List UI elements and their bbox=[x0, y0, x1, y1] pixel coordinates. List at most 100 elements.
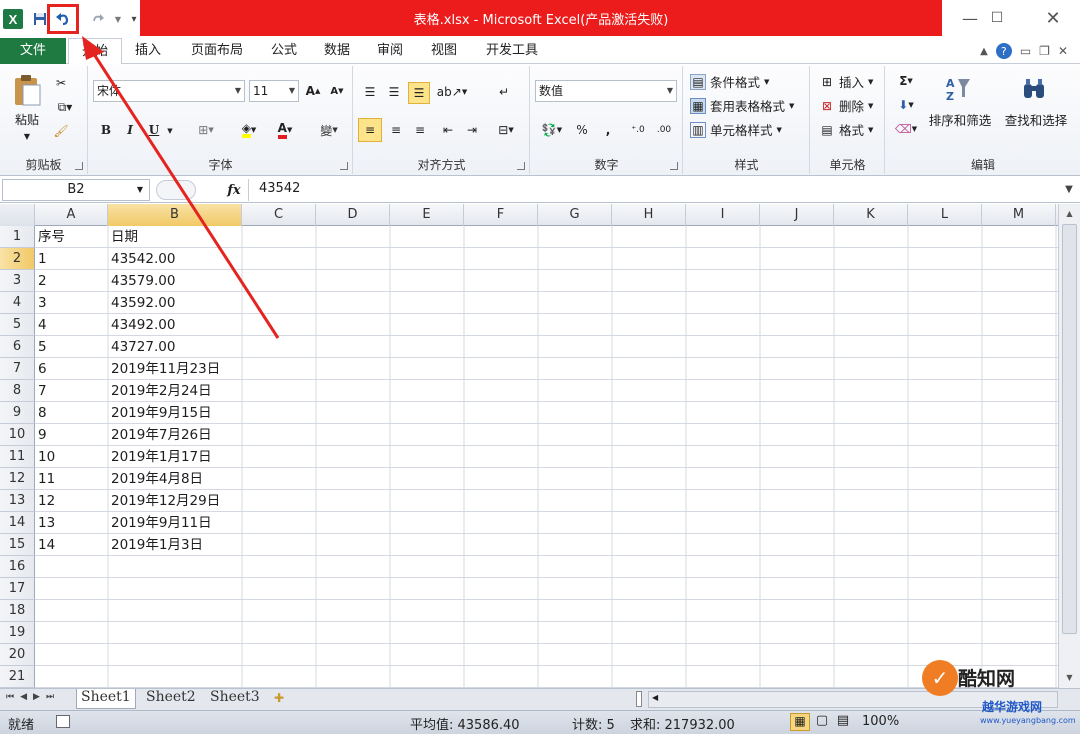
sheet-tab-3[interactable]: Sheet3 bbox=[206, 689, 264, 709]
cell-index[interactable]: 5 bbox=[35, 336, 108, 358]
tab-data[interactable]: 数据 bbox=[317, 38, 357, 64]
doc-restore-icon[interactable]: ❐ bbox=[1039, 44, 1050, 58]
font-launcher-icon[interactable] bbox=[340, 162, 348, 170]
help-icon[interactable]: ? bbox=[995, 43, 1012, 59]
column-header-i[interactable]: I bbox=[686, 204, 760, 226]
phonetic-icon[interactable]: 變 ▼ bbox=[313, 120, 345, 140]
tab-formulas[interactable]: 公式 bbox=[264, 38, 304, 64]
cell-index[interactable]: 4 bbox=[35, 314, 108, 336]
binoculars-icon[interactable] bbox=[1018, 74, 1050, 104]
row-header[interactable]: 6 bbox=[0, 336, 35, 358]
font-size-select[interactable]: 11 ▼ bbox=[249, 80, 299, 102]
paste-button[interactable]: 粘贴 bbox=[8, 110, 46, 128]
fill-icon[interactable]: ⬇ ▼ bbox=[892, 96, 920, 114]
vertical-scrollbar[interactable]: ▲ ▼ bbox=[1058, 204, 1080, 688]
page-layout-view-icon[interactable]: ▢ bbox=[813, 713, 831, 731]
align-middle-icon[interactable]: ☰ bbox=[384, 82, 404, 102]
column-header-m[interactable]: M bbox=[982, 204, 1056, 226]
sort-filter-button[interactable]: 排序和筛选 bbox=[924, 110, 996, 128]
cell-date[interactable]: 43492.00 bbox=[108, 314, 242, 336]
row-header[interactable]: 9 bbox=[0, 402, 35, 424]
decrease-indent-icon[interactable]: ⇤ bbox=[438, 120, 458, 140]
column-header-k[interactable]: K bbox=[834, 204, 908, 226]
cell-index[interactable]: 6 bbox=[35, 358, 108, 380]
tab-page-layout[interactable]: 页面布局 bbox=[182, 38, 252, 64]
delete-cells-button[interactable]: ⊠ 删除 ▼ bbox=[819, 96, 873, 115]
cut-icon[interactable]: ✂ bbox=[52, 74, 70, 92]
row-header[interactable]: 1 bbox=[0, 226, 35, 248]
cell-index[interactable]: 13 bbox=[35, 512, 108, 534]
row-header[interactable]: 13 bbox=[0, 490, 35, 512]
cell-date[interactable]: 43592.00 bbox=[108, 292, 242, 314]
normal-view-icon[interactable]: ▦ bbox=[790, 713, 810, 731]
number-launcher-icon[interactable] bbox=[670, 162, 678, 170]
column-header-b[interactable]: B bbox=[108, 204, 242, 226]
scroll-down-icon[interactable]: ▼ bbox=[1062, 670, 1077, 686]
row-header[interactable]: 15 bbox=[0, 534, 35, 556]
align-left-icon[interactable]: ≡ bbox=[358, 118, 382, 142]
tab-insert[interactable]: 插入 bbox=[128, 38, 168, 64]
orientation-icon[interactable]: ab↗ ▼ bbox=[437, 82, 467, 102]
wrap-text-icon[interactable]: ↵ bbox=[494, 82, 514, 102]
scroll-thumb[interactable] bbox=[1062, 224, 1077, 634]
align-right-icon[interactable]: ≡ bbox=[410, 120, 430, 140]
fill-color-icon[interactable]: ◈ ▼ bbox=[233, 120, 265, 140]
select-all-corner[interactable] bbox=[0, 204, 35, 226]
cell-date[interactable]: 43579.00 bbox=[108, 270, 242, 292]
cell-index[interactable]: 11 bbox=[35, 468, 108, 490]
tab-file[interactable]: 文件 bbox=[0, 38, 66, 64]
align-center-icon[interactable]: ≡ bbox=[386, 120, 406, 140]
column-header-a[interactable]: A bbox=[35, 204, 108, 226]
cell-index[interactable]: 9 bbox=[35, 424, 108, 446]
column-header-e[interactable]: E bbox=[390, 204, 464, 226]
row-header[interactable]: 11 bbox=[0, 446, 35, 468]
font-name-select[interactable]: 宋体 ▼ bbox=[93, 80, 245, 102]
row-header[interactable]: 2 bbox=[0, 248, 35, 270]
sheet-tab-2[interactable]: Sheet2 bbox=[142, 689, 200, 709]
merge-center-icon[interactable]: ⊟ ▼ bbox=[492, 120, 520, 140]
italic-button[interactable]: I bbox=[121, 120, 139, 140]
row-header[interactable]: 14 bbox=[0, 512, 35, 534]
comma-button[interactable]: , bbox=[599, 120, 617, 140]
cell-date[interactable]: 2019年11月23日 bbox=[108, 358, 242, 380]
collapse-ribbon-icon[interactable]: ▲ bbox=[980, 46, 988, 57]
row-header[interactable]: 21 bbox=[0, 666, 35, 688]
formula-input[interactable]: 43542 bbox=[248, 179, 1058, 201]
shrink-font-icon[interactable]: A ▼ bbox=[327, 82, 347, 100]
cell-index[interactable]: 8 bbox=[35, 402, 108, 424]
autosum-button[interactable]: Σ ▼ bbox=[892, 72, 920, 90]
tab-home[interactable]: 开始 bbox=[68, 38, 122, 65]
grow-font-icon[interactable]: A ▲ bbox=[303, 82, 323, 100]
scroll-left-icon[interactable]: ◀ bbox=[652, 693, 658, 702]
cell-styles-button[interactable]: ▥ 单元格样式 ▼ bbox=[690, 120, 782, 139]
alignment-launcher-icon[interactable] bbox=[517, 162, 525, 170]
sheet-tab-1[interactable]: Sheet1 bbox=[76, 689, 136, 709]
redo-icon[interactable] bbox=[88, 9, 108, 29]
row-header[interactable]: 10 bbox=[0, 424, 35, 446]
page-break-view-icon[interactable]: ▤ bbox=[834, 713, 852, 731]
tab-split-handle[interactable] bbox=[636, 691, 642, 707]
insert-function-button[interactable]: fx bbox=[222, 179, 246, 201]
cell-index[interactable]: 1 bbox=[35, 248, 108, 270]
cell-date[interactable]: 2019年12月29日 bbox=[108, 490, 242, 512]
cell-index[interactable]: 2 bbox=[35, 270, 108, 292]
insert-cells-button[interactable]: ⊞ 插入 ▼ bbox=[819, 72, 873, 91]
macro-record-icon[interactable] bbox=[56, 715, 70, 728]
row-header[interactable]: 3 bbox=[0, 270, 35, 292]
name-box[interactable]: B2 ▼ bbox=[2, 179, 150, 201]
font-color-icon[interactable]: A ▼ bbox=[269, 120, 301, 140]
row-header[interactable]: 5 bbox=[0, 314, 35, 336]
number-format-select[interactable]: 数值 ▼ bbox=[535, 80, 677, 102]
row-header[interactable]: 20 bbox=[0, 644, 35, 666]
column-header-g[interactable]: G bbox=[538, 204, 612, 226]
column-header-f[interactable]: F bbox=[464, 204, 538, 226]
column-header-j[interactable]: J bbox=[760, 204, 834, 226]
align-top-icon[interactable]: ☰ bbox=[360, 82, 380, 102]
accounting-format-icon[interactable]: 💱 ▼ bbox=[537, 120, 567, 140]
cell-date[interactable]: 2019年9月15日 bbox=[108, 402, 242, 424]
tab-developer[interactable]: 开发工具 bbox=[477, 38, 547, 64]
format-painter-icon[interactable]: 🖌 bbox=[52, 122, 70, 140]
cell-date[interactable]: 2019年4月8日 bbox=[108, 468, 242, 490]
cell-index[interactable]: 12 bbox=[35, 490, 108, 512]
column-header-h[interactable]: H bbox=[612, 204, 686, 226]
